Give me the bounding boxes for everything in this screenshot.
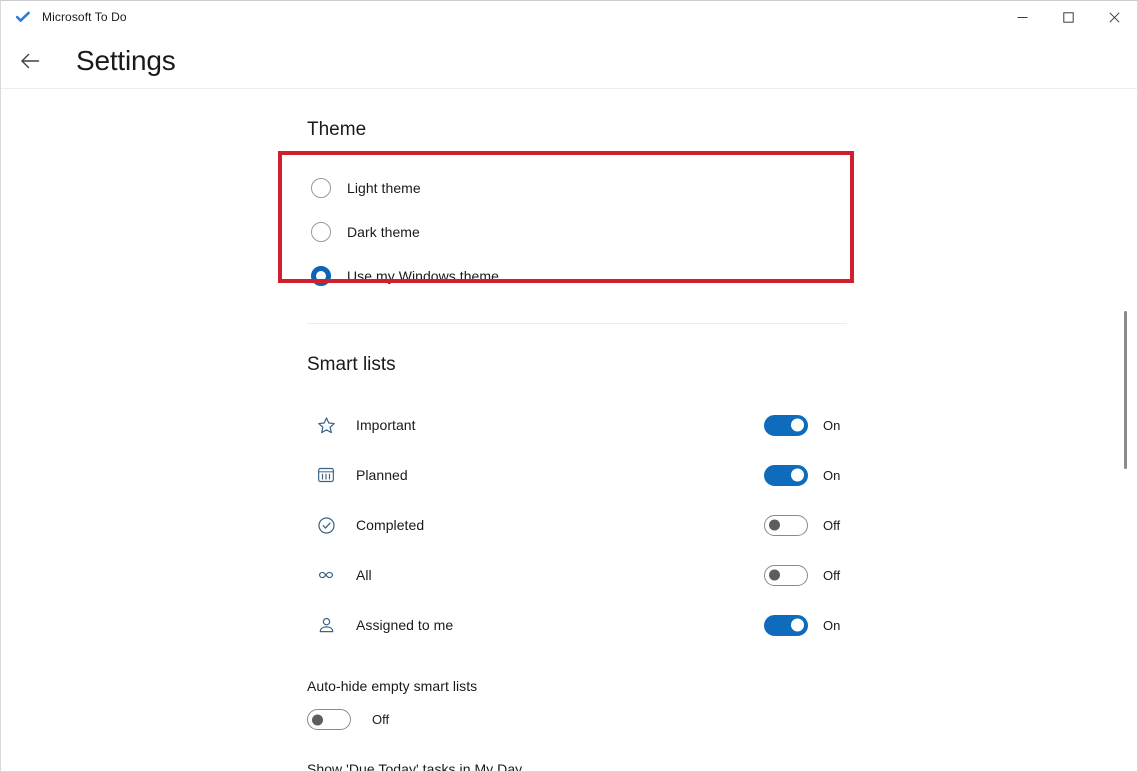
- page-title: Settings: [76, 44, 176, 76]
- toggle-wrap: Off: [764, 514, 847, 536]
- scrollbar-thumb[interactable]: [1124, 311, 1127, 469]
- infinity-icon: [315, 564, 337, 586]
- toggle-important[interactable]: [764, 414, 808, 436]
- option-show-due-today-tasks: Show 'Due Today' tasks in My Day On: [307, 761, 1137, 771]
- smart-lists-group: Important On Planned On Completed Off Al…: [307, 400, 1137, 650]
- smart-list-row-completed[interactable]: Completed Off: [307, 500, 847, 550]
- checkmark-icon: [15, 9, 31, 25]
- toggle-knob: [769, 519, 780, 531]
- maximize-icon: [1062, 11, 1074, 23]
- check-circle-icon: [315, 514, 337, 536]
- toggle-state-label: Off: [823, 517, 841, 533]
- radio-option-windows-theme[interactable]: Use my Windows theme: [307, 254, 847, 298]
- back-button[interactable]: [10, 41, 50, 81]
- option-label: Show 'Due Today' tasks in My Day: [307, 761, 523, 771]
- smart-lists-section-title: Smart lists: [307, 354, 396, 375]
- settings-content: Theme Light theme Dark theme Use my Wind…: [1, 89, 1137, 771]
- toggle-knob: [769, 569, 780, 581]
- toggle-assigned-to-me[interactable]: [764, 614, 808, 636]
- smart-list-label: Important: [356, 417, 416, 433]
- toggle-wrap: On: [764, 414, 847, 436]
- close-icon: [1108, 11, 1120, 23]
- theme-radio-group: Light theme Dark theme Use my Windows th…: [307, 161, 847, 298]
- smart-list-label: All: [356, 567, 372, 583]
- toggle-knob: [791, 418, 804, 432]
- toggle-wrap: On: [764, 464, 847, 486]
- smart-list-row-planned[interactable]: Planned On: [307, 450, 847, 500]
- toggle-wrap: Off: [307, 709, 1137, 730]
- page-header: Settings: [1, 33, 1137, 88]
- toggle-state-label: On: [823, 617, 841, 633]
- person-icon: [315, 614, 337, 636]
- minimize-button[interactable]: [999, 1, 1045, 33]
- toggle-state-label: On: [823, 417, 841, 433]
- window-controls: [999, 1, 1137, 33]
- smart-list-row-important[interactable]: Important On: [307, 400, 847, 450]
- smart-list-label: Assigned to me: [356, 617, 454, 633]
- maximize-button[interactable]: [1045, 1, 1091, 33]
- section-divider: [307, 323, 847, 324]
- radio-circle-icon[interactable]: [311, 178, 331, 198]
- toggle-completed[interactable]: [764, 514, 808, 536]
- toggle-knob: [791, 468, 804, 482]
- app-window: Microsoft To Do Settings Theme Light the…: [0, 0, 1138, 772]
- vertical-scrollbar[interactable]: [1119, 89, 1133, 771]
- title-bar-left: Microsoft To Do: [1, 1, 999, 33]
- minimize-icon: [1017, 16, 1027, 18]
- toggle-knob: [791, 618, 804, 632]
- radio-circle-selected-icon[interactable]: [311, 266, 331, 286]
- radio-option-light-theme[interactable]: Light theme: [307, 166, 847, 210]
- toggle-state-label: Off: [823, 567, 841, 583]
- smart-list-row-all[interactable]: All Off: [307, 550, 847, 600]
- calendar-planned-icon: [315, 464, 337, 486]
- settings-inner: Theme Light theme Dark theme Use my Wind…: [1, 89, 1137, 771]
- arrow-left-icon: [21, 53, 40, 68]
- smart-list-row-assigned-to-me[interactable]: Assigned to me On: [307, 600, 847, 650]
- title-bar: Microsoft To Do: [1, 1, 1137, 33]
- toggle-wrap: Off: [764, 564, 847, 586]
- toggle-state-label: On: [823, 467, 841, 483]
- radio-label: Light theme: [347, 180, 421, 196]
- app-title: Microsoft To Do: [42, 10, 127, 24]
- star-icon: [315, 414, 337, 436]
- toggle-knob: [312, 714, 323, 725]
- theme-section-title: Theme: [307, 119, 367, 140]
- radio-option-dark-theme[interactable]: Dark theme: [307, 210, 847, 254]
- radio-label: Dark theme: [347, 224, 420, 240]
- toggle-all[interactable]: [764, 564, 808, 586]
- option-auto-hide-empty-smart-lists: Auto-hide empty smart lists Off: [307, 678, 1137, 730]
- smart-list-label: Completed: [356, 517, 425, 533]
- toggle-state-label: Off: [372, 712, 390, 727]
- toggle-planned[interactable]: [764, 464, 808, 486]
- option-label: Auto-hide empty smart lists: [307, 678, 478, 694]
- toggle-wrap: On: [764, 614, 847, 636]
- smart-list-label: Planned: [356, 467, 408, 483]
- close-button[interactable]: [1091, 1, 1137, 33]
- radio-circle-icon[interactable]: [311, 222, 331, 242]
- radio-label: Use my Windows theme: [347, 268, 499, 284]
- toggle-auto-hide-empty-smart-lists[interactable]: [307, 709, 351, 730]
